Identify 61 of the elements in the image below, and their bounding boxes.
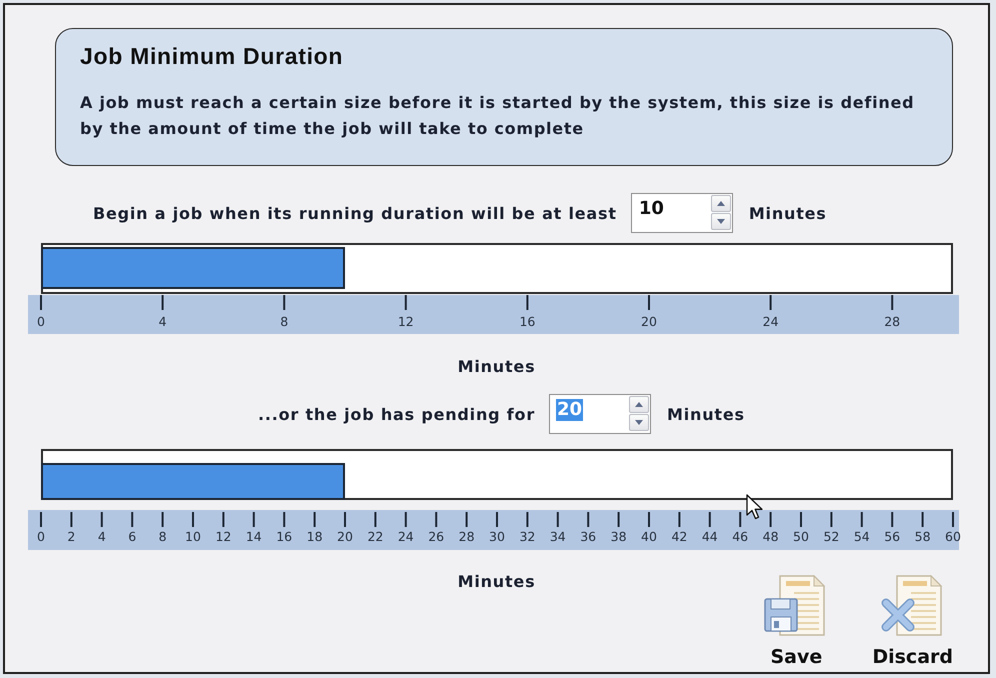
scale-label: 0	[37, 529, 45, 544]
scale-label: 14	[246, 529, 262, 544]
spin-up-button[interactable]	[629, 396, 650, 413]
scale-label: 8	[280, 314, 288, 329]
caret-down-icon	[716, 219, 725, 224]
save-button[interactable]: Save	[764, 575, 828, 668]
card-description: A job must reach a certain size before it is started by the system, this size is defined by the amount of time the job will take to complete	[80, 92, 916, 140]
unit-label: Minutes	[667, 404, 745, 424]
scale-label: 24	[398, 529, 414, 544]
scale-label: 24	[762, 314, 779, 329]
scale-label: 18	[306, 529, 323, 544]
caret-down-icon	[635, 420, 644, 425]
spin-up-button[interactable]	[710, 195, 731, 212]
scale-label: 20	[641, 314, 657, 329]
scale-label: 20	[337, 529, 353, 544]
scale-label: 38	[610, 529, 627, 544]
scale-label: 58	[914, 529, 931, 544]
scale-label: 48	[762, 529, 779, 544]
scale-label: 42	[671, 529, 688, 544]
scale-title: Minutes	[458, 357, 536, 377]
spin-field[interactable]: 10	[630, 193, 733, 233]
scale-label: 56	[884, 529, 900, 544]
scale-label: 4	[98, 529, 106, 544]
scale-label: 2	[67, 529, 76, 544]
prompt-label: Begin a job when its running duration will be at least	[93, 204, 617, 222]
scale-label: 46	[732, 529, 748, 544]
spin-down-button[interactable]	[629, 414, 650, 431]
card-title: Job Minimum Duration	[80, 42, 344, 70]
scale-label: 16	[276, 529, 292, 544]
discard-button[interactable]: Discard	[872, 575, 953, 668]
prompt-label: ...or the job has pending for	[258, 404, 536, 424]
scale-label: 26	[428, 529, 444, 544]
scale-label: 0	[37, 314, 45, 329]
document-cross-icon	[880, 575, 945, 637]
scale-label: 4	[158, 314, 167, 329]
scale-label: 40	[641, 529, 657, 544]
scale-label: 8	[158, 529, 167, 544]
scale-label: 32	[519, 529, 536, 544]
scale-label: 60	[945, 529, 961, 544]
field-value: 10	[638, 198, 665, 220]
scale-label: 54	[854, 529, 870, 544]
scale-label: 10	[185, 529, 201, 544]
scale-label: 36	[580, 529, 596, 544]
scale-label: 50	[793, 529, 809, 544]
unit-label: Minutes	[748, 204, 827, 222]
scale-label: 52	[823, 529, 840, 544]
field-value: 20	[556, 399, 584, 421]
scale-label: 30	[489, 529, 505, 544]
scale-label: 22	[367, 529, 384, 544]
scale-label: 28	[458, 529, 475, 544]
scale-label: 12	[398, 314, 414, 329]
scale-label: 44	[702, 529, 718, 544]
scale-label: 28	[884, 314, 900, 329]
scale-label: 34	[550, 529, 566, 544]
scale-label: 16	[519, 314, 536, 329]
caret-up-icon	[635, 402, 644, 407]
caret-up-icon	[716, 201, 725, 206]
scale-label: 12	[215, 529, 232, 544]
scale-title: Minutes	[458, 572, 536, 592]
spin-down-button[interactable]	[710, 213, 731, 230]
scale-label: 6	[128, 529, 136, 544]
